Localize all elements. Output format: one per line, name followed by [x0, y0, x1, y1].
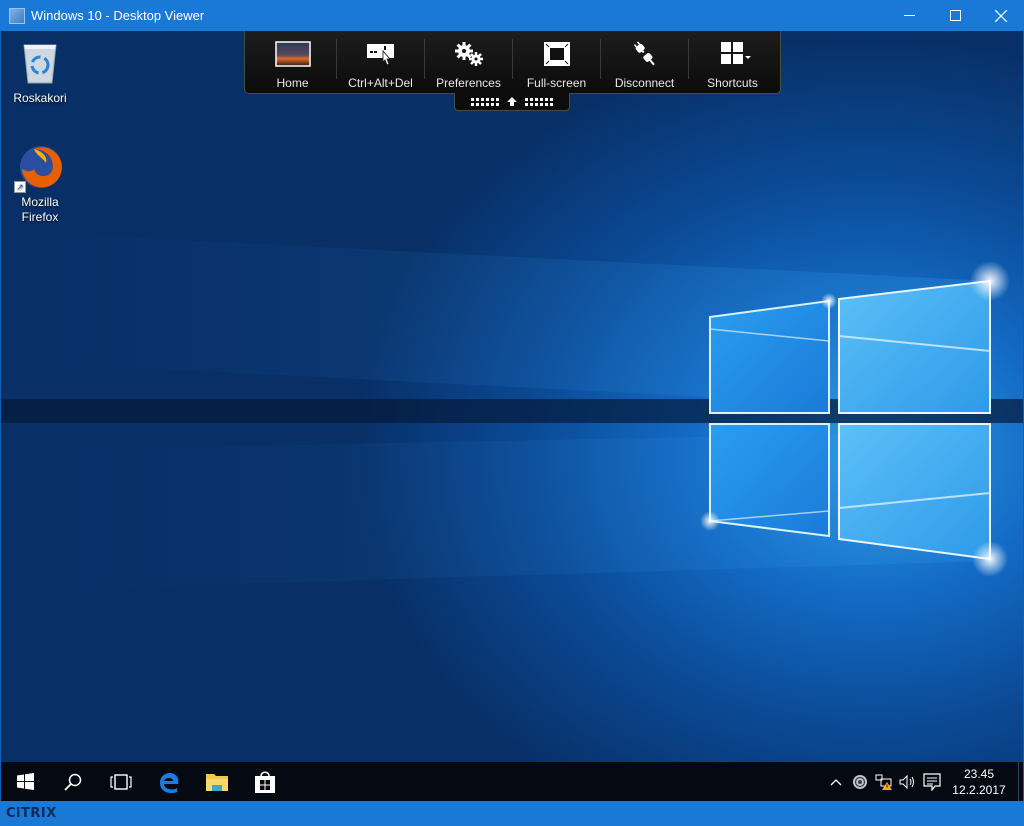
file-explorer-button[interactable] — [193, 762, 241, 801]
recycle-bin-icon — [16, 39, 64, 87]
wallpaper — [1, 231, 1023, 591]
network-tray-button[interactable] — [872, 762, 896, 801]
disconnect-label: Disconnect — [614, 76, 675, 90]
start-button[interactable] — [1, 762, 49, 801]
close-icon — [995, 9, 1007, 22]
minimize-button[interactable] — [886, 0, 932, 31]
window-controls — [886, 0, 1024, 31]
desktop-icon-label: Roskakori — [13, 91, 67, 105]
citrix-status-bar: CiTRIX — [0, 801, 1024, 826]
fullscreen-button[interactable]: Full-screen — [513, 31, 600, 93]
edge-icon — [160, 772, 179, 793]
home-label: Home — [276, 76, 309, 90]
fullscreen-icon — [543, 42, 570, 66]
ctrl-alt-del-label: Ctrl+Alt+Del — [348, 76, 413, 90]
clock-date: 12.2.2017 — [952, 782, 1006, 797]
desktop-icon-recycle-bin[interactable]: Roskakori — [2, 39, 78, 106]
action-center-icon — [923, 772, 941, 791]
search-button[interactable] — [49, 762, 97, 801]
shortcuts-label: Shortcuts — [707, 76, 758, 90]
task-view-button[interactable] — [97, 762, 145, 801]
citrix-receiver-icon — [853, 774, 867, 789]
citrix-toolbar: Home Ctrl+Alt+Del Preferences Full-scree… — [244, 31, 781, 94]
show-desktop-button[interactable] — [1018, 762, 1023, 801]
close-button[interactable] — [978, 0, 1024, 31]
plug-icon — [633, 41, 655, 66]
ctrl-alt-del-icon — [366, 44, 394, 66]
action-center-button[interactable] — [920, 762, 944, 801]
grip-dots-icon — [471, 97, 499, 106]
store-button[interactable] — [241, 762, 289, 801]
shortcut-arrow-icon: ↗ — [14, 181, 26, 193]
system-tray: 23.45 12.2.2017 — [824, 762, 1023, 801]
search-icon — [64, 773, 82, 791]
minimize-icon — [903, 15, 915, 16]
preferences-button[interactable]: Preferences — [425, 31, 512, 93]
maximize-button[interactable] — [932, 0, 978, 31]
windows-logo-icon — [16, 773, 34, 790]
clock-time: 23.45 — [963, 766, 995, 781]
desktop-icon-firefox[interactable]: ↗ Mozilla Firefox — [2, 143, 78, 225]
home-button[interactable]: Home — [249, 31, 336, 93]
network-warning-icon — [875, 774, 892, 790]
shortcuts-button[interactable]: Shortcuts — [689, 31, 776, 93]
volume-tray-button[interactable] — [896, 762, 920, 801]
app-icon — [9, 7, 25, 24]
logo-pane-top-right — [838, 279, 991, 414]
maximize-icon — [949, 10, 961, 21]
task-view-icon — [110, 773, 132, 790]
volume-icon — [899, 774, 914, 789]
desktop-icon-label-line1: Mozilla — [21, 195, 59, 209]
clock[interactable]: 23.45 12.2.2017 — [944, 766, 1014, 798]
taskbar: 23.45 12.2.2017 — [1, 762, 1023, 801]
logo-pane-bottom-right — [838, 423, 991, 561]
grid-dropdown-icon — [720, 42, 751, 64]
arrow-up-icon — [507, 97, 517, 106]
fullscreen-label: Full-screen — [526, 76, 587, 90]
store-icon — [255, 771, 275, 793]
remote-desktop[interactable]: Roskakori ↗ Mozilla Firefox — [1, 31, 1023, 762]
chevron-up-icon — [830, 778, 842, 785]
desktop-icon-label-line2: Firefox — [21, 210, 59, 224]
window-titlebar[interactable]: Windows 10 - Desktop Viewer — [0, 0, 1024, 31]
citrix-receiver-tray-button[interactable] — [848, 762, 872, 801]
ctrl-alt-del-button[interactable]: Ctrl+Alt+Del — [337, 31, 424, 93]
citrix-logo: CiTRIX — [6, 806, 57, 821]
glow — [972, 541, 1008, 577]
disconnect-button[interactable]: Disconnect — [601, 31, 688, 93]
window-title: Windows 10 - Desktop Viewer — [31, 8, 205, 23]
firefox-icon: ↗ — [14, 143, 64, 193]
gears-icon — [454, 42, 483, 66]
logo-pane-top-left — [709, 299, 830, 414]
folder-icon — [206, 773, 228, 791]
grip-dots-icon — [525, 97, 553, 106]
preferences-label: Preferences — [436, 76, 501, 90]
glow — [970, 261, 1010, 301]
edge-button[interactable] — [145, 762, 193, 801]
toolbar-collapse-handle[interactable] — [454, 93, 570, 111]
show-hidden-icons-button[interactable] — [824, 762, 848, 801]
home-thumbnail-icon — [274, 41, 311, 67]
